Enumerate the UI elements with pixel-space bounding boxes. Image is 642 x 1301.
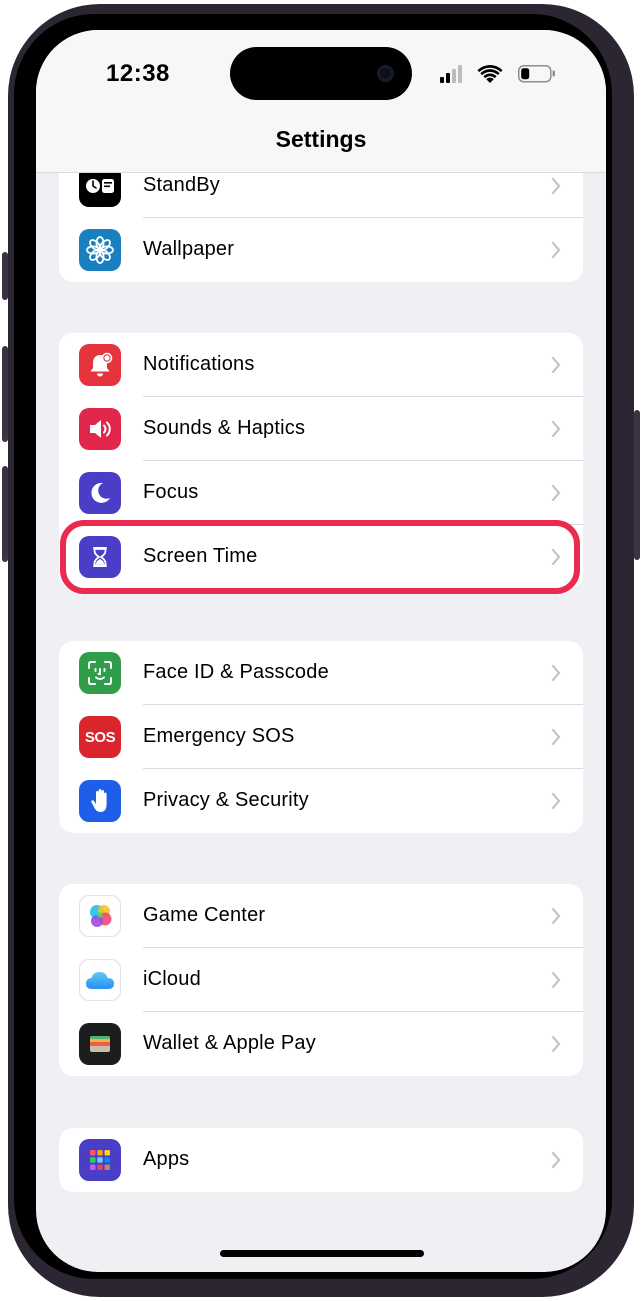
- settings-row-label: Game Center: [143, 904, 266, 926]
- game-center-icon: [79, 895, 121, 937]
- settings-group-display: StandBy Wallpaper: [59, 154, 583, 282]
- icloud-icon: [79, 959, 121, 1001]
- power-button: [634, 410, 640, 560]
- settings-row-emergency-sos[interactable]: SOS Emergency SOS: [59, 705, 583, 769]
- chevron-right-icon: [551, 664, 561, 682]
- settings-row-label: Wallet & Apple Pay: [143, 1032, 316, 1054]
- settings-row-label: Sounds & Haptics: [143, 417, 306, 439]
- settings-row-label: iCloud: [143, 968, 201, 990]
- chevron-right-icon: [551, 420, 561, 438]
- home-indicator[interactable]: [220, 1250, 424, 1257]
- chevron-right-icon: [551, 971, 561, 989]
- settings-row-label: Focus: [143, 481, 199, 503]
- chevron-right-icon: [551, 907, 561, 925]
- settings-row-notifications[interactable]: Notifications: [59, 333, 583, 397]
- settings-row-apps[interactable]: Apps: [59, 1128, 583, 1192]
- hand-icon: [79, 780, 121, 822]
- settings-row-label: Face ID & Passcode: [143, 661, 329, 683]
- settings-group-security: Face ID & Passcode SOS Emergency SOS Pri…: [59, 641, 583, 833]
- dynamic-island: [230, 47, 412, 100]
- front-camera: [377, 65, 394, 82]
- sos-icon: SOS: [79, 716, 121, 758]
- chevron-right-icon: [551, 177, 561, 195]
- speaker-icon: [79, 408, 121, 450]
- settings-group-apps: Apps: [59, 1128, 583, 1192]
- status-time: 12:38: [106, 60, 170, 87]
- settings-row-label: Notifications: [143, 353, 255, 375]
- status-bar: 12:38: [36, 30, 606, 116]
- settings-row-sounds-haptics[interactable]: Sounds & Haptics: [59, 397, 583, 461]
- wallet-icon: [79, 1023, 121, 1065]
- chevron-right-icon: [551, 1035, 561, 1053]
- chevron-right-icon: [551, 484, 561, 502]
- screen: 12:38 Settings StandBy Wallpaper Notific…: [36, 30, 606, 1272]
- page-title: Settings: [275, 126, 367, 152]
- status-icons: [440, 65, 555, 83]
- settings-row-privacy-security[interactable]: Privacy & Security: [59, 769, 583, 833]
- settings-row-focus[interactable]: Focus: [59, 461, 583, 525]
- chevron-right-icon: [551, 356, 561, 374]
- action-button: [2, 252, 8, 300]
- volume-up-button: [2, 346, 8, 442]
- wallpaper-icon: [79, 229, 121, 271]
- settings-row-wallet[interactable]: Wallet & Apple Pay: [59, 1012, 583, 1076]
- navigation-bar: Settings: [36, 116, 606, 173]
- settings-row-game-center[interactable]: Game Center: [59, 884, 583, 948]
- wifi-icon: [477, 65, 503, 83]
- settings-group-services: Game Center iCloud Wallet & Apple Pay: [59, 884, 583, 1076]
- settings-row-label: Apps: [143, 1148, 190, 1170]
- cellular-signal-icon: [440, 65, 462, 83]
- volume-down-button: [2, 466, 8, 562]
- sos-icon-text: SOS: [84, 728, 116, 746]
- screen-time-highlight: [60, 520, 580, 594]
- settings-row-icloud[interactable]: iCloud: [59, 948, 583, 1012]
- chevron-right-icon: [551, 728, 561, 746]
- settings-row-face-id[interactable]: Face ID & Passcode: [59, 641, 583, 705]
- battery-icon: [518, 65, 555, 83]
- chevron-right-icon: [551, 792, 561, 810]
- settings-row-label: Emergency SOS: [143, 725, 295, 747]
- settings-row-label: StandBy: [143, 174, 221, 196]
- notifications-icon: [79, 344, 121, 386]
- face-id-icon: [79, 652, 121, 694]
- settings-row-wallpaper[interactable]: Wallpaper: [59, 218, 583, 282]
- apps-grid-icon: [79, 1139, 121, 1181]
- settings-row-label: Wallpaper: [143, 238, 235, 260]
- chevron-right-icon: [551, 241, 561, 259]
- moon-icon: [79, 472, 121, 514]
- settings-row-label: Privacy & Security: [143, 789, 309, 811]
- chevron-right-icon: [551, 1151, 561, 1169]
